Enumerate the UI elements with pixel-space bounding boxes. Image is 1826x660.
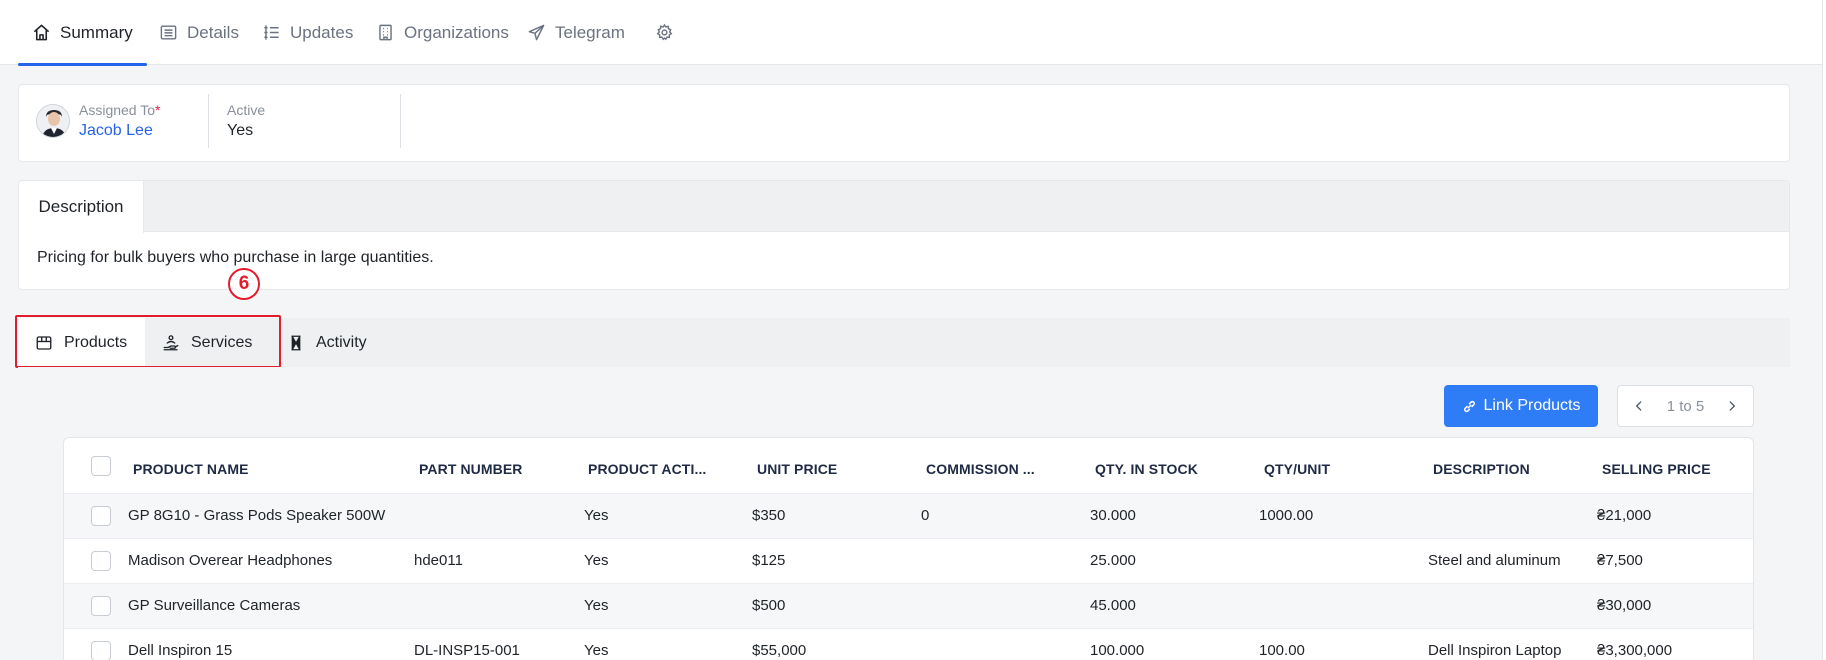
timeline-icon <box>264 25 279 40</box>
part-number-cell: hde011 <box>414 552 463 569</box>
active-value: Yes <box>227 122 254 139</box>
assigned-to-label: Assigned To* <box>79 102 160 118</box>
column-header-product-active[interactable]: PRODUCT ACTI... <box>588 461 706 477</box>
avatar[interactable] <box>36 104 70 138</box>
table-row[interactable]: Madison Overear Headphones hde011 Yes $1… <box>64 538 1753 583</box>
unit-price-cell: $350 <box>752 507 786 524</box>
annotation-highlight-box <box>15 315 281 368</box>
product-active-cell: Yes <box>584 507 609 524</box>
table-row[interactable]: Dell Inspiron 15 DL-INSP15-001 Yes $55,0… <box>64 628 1753 660</box>
related-tab-bar: Products Services Activity <box>18 318 1790 367</box>
required-mark: * <box>155 102 161 118</box>
tab-updates-label: Updates <box>290 22 354 42</box>
description-tab-bar <box>19 181 1789 232</box>
active-label: Active <box>227 102 266 118</box>
selling-price-cell: ₴30,000 <box>1597 597 1652 614</box>
products-table: PRODUCT NAME PART NUMBER PRODUCT ACTI...… <box>63 437 1754 660</box>
selling-price-cell: ₴3,300,000 <box>1597 642 1673 659</box>
tab-activity-label: Activity <box>316 333 367 351</box>
tab-activity[interactable]: Activity <box>287 318 395 367</box>
product-name-cell[interactable]: Dell Inspiron 15 <box>128 642 413 659</box>
assigned-to-label-text: Assigned To <box>79 102 156 118</box>
home-icon <box>33 24 50 41</box>
annotation-step-badge: 6 <box>228 268 260 300</box>
unit-price-cell: $500 <box>752 597 786 614</box>
tab-details-label: Details <box>187 22 239 42</box>
tab-settings[interactable] <box>655 0 683 65</box>
tab-telegram-label: Telegram <box>555 22 625 42</box>
description-cell: Steel and aluminum <box>1428 552 1561 569</box>
product-active-cell: Yes <box>584 597 609 614</box>
qty-in-stock-cell: 25.000 <box>1090 552 1136 569</box>
column-header-product-name[interactable]: PRODUCT NAME <box>133 461 249 477</box>
list-icon <box>160 25 177 40</box>
tab-summary[interactable]: Summary <box>18 0 147 66</box>
field-divider <box>208 94 209 148</box>
assigned-to-value[interactable]: Jacob Lee <box>79 122 153 140</box>
qty-unit-cell: 1000.00 <box>1259 507 1314 524</box>
selling-price-cell: ₴7,500 <box>1597 552 1643 569</box>
link-icon <box>1463 400 1475 412</box>
chevron-right-icon[interactable] <box>1725 399 1739 413</box>
tab-organizations-label: Organizations <box>404 22 509 42</box>
row-checkbox[interactable] <box>91 506 111 526</box>
product-active-cell: Yes <box>584 642 609 659</box>
qty-unit-cell: 100.00 <box>1259 642 1305 659</box>
row-checkbox[interactable] <box>91 596 111 616</box>
page-edge <box>1822 0 1826 660</box>
column-header-commission[interactable]: COMMISSION ... <box>926 461 1035 477</box>
column-header-unit-price[interactable]: UNIT PRICE <box>757 461 837 477</box>
selling-price-cell: ₴21,000 <box>1597 507 1652 524</box>
user-portrait-icon <box>37 105 69 137</box>
table-row[interactable]: GP Surveillance Cameras Yes $500 45.000 … <box>64 583 1753 628</box>
description-text: Pricing for bulk buyers who purchase in … <box>37 249 434 266</box>
product-active-cell: Yes <box>584 552 609 569</box>
qty-in-stock-cell: 30.000 <box>1090 507 1136 524</box>
product-name-cell[interactable]: Madison Overear Headphones <box>128 552 413 569</box>
tab-updates[interactable]: Updates <box>262 0 353 65</box>
summary-fields-card: Assigned To* Jacob Lee Active Yes <box>18 84 1790 162</box>
row-checkbox[interactable] <box>91 641 111 660</box>
row-checkbox[interactable] <box>91 551 111 571</box>
link-products-label: Link Products <box>1483 397 1581 414</box>
description-card: Description Pricing for bulk buyers who … <box>18 180 1790 290</box>
unit-price-cell: $55,000 <box>752 642 807 659</box>
table-row[interactable]: GP 8G10 - Grass Pods Speaker 500W Yes $3… <box>64 493 1753 538</box>
commission-cell: 0 <box>921 507 930 524</box>
unit-price-cell: $125 <box>752 552 786 569</box>
field-divider <box>400 94 401 148</box>
tab-summary-label: Summary <box>60 22 133 42</box>
column-header-selling-price[interactable]: SELLING PRICE <box>1602 461 1711 477</box>
link-products-button[interactable]: Link Products <box>1444 385 1598 427</box>
column-header-part-number[interactable]: PART NUMBER <box>419 461 523 477</box>
qty-in-stock-cell: 45.000 <box>1090 597 1136 614</box>
tab-description[interactable]: Description <box>19 181 144 233</box>
part-number-cell: DL-INSP15-001 <box>414 642 520 659</box>
tab-organizations[interactable]: Organizations <box>376 0 509 65</box>
record-tab-bar: Summary Details Updates Organizations Te… <box>0 0 1826 66</box>
column-header-description[interactable]: DESCRIPTION <box>1433 461 1530 477</box>
building-icon <box>379 24 392 41</box>
product-name-cell[interactable]: GP 8G10 - Grass Pods Speaker 500W <box>128 507 413 524</box>
qty-in-stock-cell: 100.000 <box>1090 642 1145 659</box>
tab-details[interactable]: Details <box>159 0 239 65</box>
pagination-range: 1 to 5 <box>1666 397 1705 415</box>
column-header-qty-in-stock[interactable]: QTY. IN STOCK <box>1095 461 1198 477</box>
chevron-left-icon[interactable] <box>1632 399 1646 413</box>
tab-telegram[interactable]: Telegram <box>527 0 625 65</box>
active-tab-indicator <box>18 63 147 66</box>
column-header-qty-unit[interactable]: QTY/UNIT <box>1264 461 1330 477</box>
product-name-cell[interactable]: GP Surveillance Cameras <box>128 597 413 614</box>
select-all-checkbox[interactable] <box>91 456 111 476</box>
gear-icon <box>656 23 673 41</box>
hourglass-icon <box>291 335 301 350</box>
pagination-control: 1 to 5 <box>1617 385 1754 427</box>
send-icon <box>528 24 545 41</box>
description-cell: Dell Inspiron Laptop <box>1428 642 1562 659</box>
